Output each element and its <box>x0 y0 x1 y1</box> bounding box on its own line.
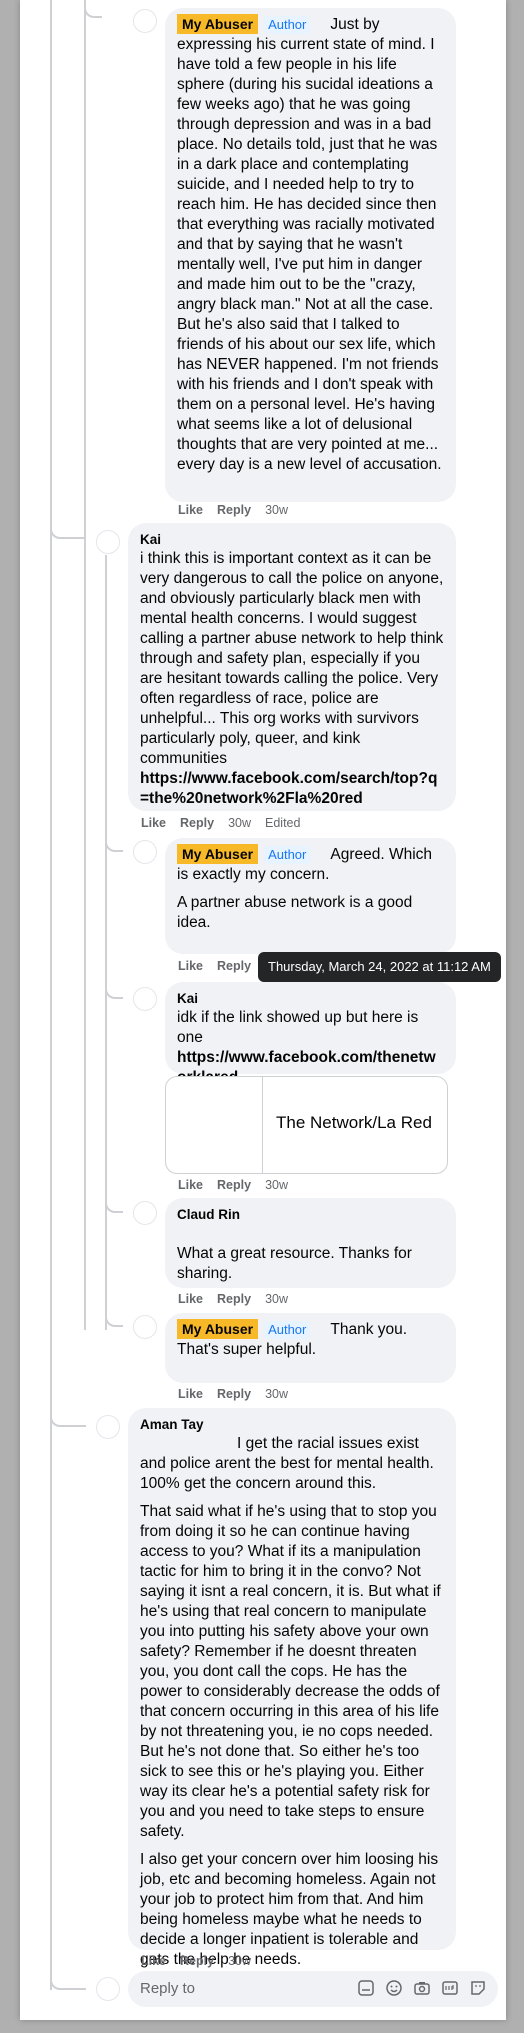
avatar[interactable] <box>133 987 157 1011</box>
comments-panel: My Abuser Author Just by expressing his cu… <box>20 0 506 2020</box>
comment-bubble: My Abuser Author Agreed. Which is exactly … <box>165 838 456 954</box>
comment-bubble: Kai idk if the link showed up but here i… <box>165 982 456 1086</box>
reply-input[interactable]: Reply to <box>128 1971 498 2007</box>
like-button[interactable]: Like <box>178 1292 203 1306</box>
comment-actions: Like Reply 30w <box>178 1177 302 1193</box>
timestamp-tooltip: Thursday, March 24, 2022 at 11:12 AM <box>258 952 501 982</box>
comment-text: idk if the link showed up but here is on… <box>177 1009 423 1046</box>
reply-button[interactable]: Reply <box>217 959 251 973</box>
comment-bubble: My Abuser Author Thank you. That's super h… <box>165 1313 456 1383</box>
avatar[interactable] <box>133 1315 157 1339</box>
avatar[interactable] <box>133 9 157 33</box>
comment-actions: Like Reply 30w <box>178 502 302 518</box>
gif-icon[interactable] <box>440 1979 460 1999</box>
comment-author-name[interactable]: My Abuser <box>177 844 259 864</box>
thread-connector <box>105 840 123 852</box>
reply-button[interactable]: Reply <box>217 503 251 517</box>
comment-actions: Like Reply <box>178 958 265 974</box>
link-preview-thumbnail <box>166 1077 263 1173</box>
author-badge: Author <box>264 1321 311 1339</box>
comment-actions: Like Reply 30w <box>141 1953 265 1969</box>
avatar[interactable] <box>96 1415 120 1439</box>
timestamp[interactable]: 30w <box>265 1292 288 1306</box>
thread-connector <box>84 6 102 18</box>
reply-placeholder: Reply to <box>140 1980 196 1997</box>
comment-text: I get the racial issues exist and police… <box>140 1435 439 1492</box>
like-button[interactable]: Like <box>178 959 203 973</box>
like-button[interactable]: Like <box>178 1178 203 1192</box>
reply-button[interactable]: Reply <box>217 1387 251 1401</box>
comment-text: A partner abuse network is a good idea. <box>177 894 417 931</box>
author-badge: Author <box>264 846 311 864</box>
author-badge: Author <box>264 16 311 34</box>
timestamp[interactable]: 30w <box>228 816 251 830</box>
comment-text: What a great resource. Thanks for sharin… <box>177 1245 417 1282</box>
comment-bubble: My Abuser Author Just by expressing his cu… <box>165 8 456 502</box>
thread-connector <box>50 527 86 539</box>
timestamp[interactable]: 30w <box>265 503 288 517</box>
comment-bubble: Kai i think this is important context as… <box>128 523 456 811</box>
link-preview-card[interactable]: The Network/La Red <box>165 1076 448 1174</box>
like-button[interactable]: Like <box>178 1387 203 1401</box>
comment-author-name[interactable]: Aman Tay <box>140 1416 444 1434</box>
reply-button[interactable]: Reply <box>217 1178 251 1192</box>
avatar[interactable] <box>96 530 120 554</box>
timestamp[interactable]: 30w <box>228 1954 251 1968</box>
emoji-icon[interactable] <box>384 1979 404 1999</box>
thread-line-reply-1 <box>84 0 86 1330</box>
like-button[interactable]: Like <box>141 816 166 830</box>
reply-icons <box>356 1979 488 1999</box>
avatar[interactable] <box>133 840 157 864</box>
comment-author-name[interactable]: Kai <box>140 531 444 549</box>
comment-link[interactable]: https://www.facebook.com/search/top?q=th… <box>140 769 444 809</box>
avatar[interactable] <box>133 1201 157 1225</box>
comment-bubble: Aman Tay I get the racial issues exist a… <box>128 1408 456 1968</box>
comment-bubble: Claud Rin What a great resource. Thanks … <box>165 1198 456 1288</box>
timestamp[interactable]: 30w <box>265 1178 288 1192</box>
edited-label[interactable]: Edited <box>265 816 300 830</box>
comment-actions: Like Reply 30w Edited <box>141 815 314 831</box>
comment-actions: Like Reply 30w <box>178 1386 302 1402</box>
thread-connector <box>105 987 123 999</box>
thread-connector <box>105 1315 123 1327</box>
timestamp[interactable]: 30w <box>265 1387 288 1401</box>
link-preview-title: The Network/La Red <box>276 1113 432 1132</box>
thread-connector <box>50 1415 86 1427</box>
comment-text: Just by expressing his current state of … <box>177 16 443 473</box>
thread-line-reply-2 <box>105 555 107 1330</box>
thread-connector <box>50 1978 86 1990</box>
comment-author-name[interactable]: My Abuser <box>177 14 259 34</box>
thread-connector <box>105 1201 123 1213</box>
like-button[interactable]: Like <box>141 1954 166 1968</box>
comment-author-name[interactable]: Claud Rin <box>177 1206 444 1224</box>
comment-actions: Like Reply 30w <box>178 1291 302 1307</box>
reply-button[interactable]: Reply <box>217 1292 251 1306</box>
comment-author-name[interactable]: My Abuser <box>177 1319 259 1339</box>
like-button[interactable]: Like <box>178 503 203 517</box>
sticker-face-icon[interactable] <box>468 1979 488 1999</box>
comment-author-name[interactable]: Kai <box>177 990 444 1008</box>
comment-text: I also get your concern over him loosing… <box>140 1851 443 1968</box>
reply-button[interactable]: Reply <box>180 1954 214 1968</box>
comment-text: That said what if he's using that to sto… <box>140 1503 445 1840</box>
camera-icon[interactable] <box>412 1979 432 1999</box>
reply-button[interactable]: Reply <box>180 816 214 830</box>
comment-text: i think this is important context as it … <box>140 550 448 767</box>
thread-line-main <box>50 0 52 1990</box>
sticker-icon[interactable] <box>356 1979 376 1999</box>
avatar <box>96 1977 120 2001</box>
